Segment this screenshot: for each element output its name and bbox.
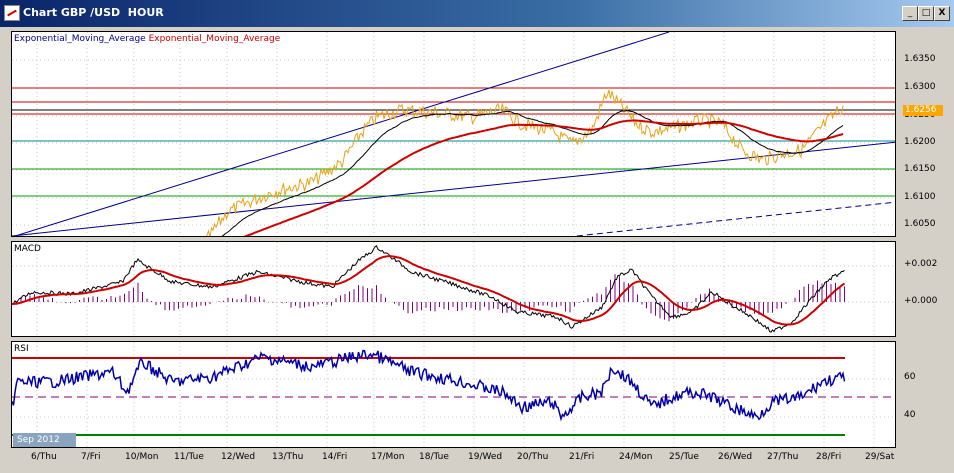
- x-axis-label: 11/Tue: [174, 452, 204, 462]
- price-y-label: 1.6300: [904, 82, 936, 92]
- minimize-button[interactable]: _: [902, 6, 918, 21]
- ema-fast-legend: Exponential_Moving_Average: [14, 34, 146, 44]
- window-title: Chart GBP /USD HOUR: [23, 6, 164, 19]
- macd-y-label: +0.000: [904, 296, 938, 306]
- month-badge: Sep 2012: [13, 433, 76, 447]
- x-axis-label: 6/Thu: [31, 452, 57, 462]
- x-axis-label: 26/Wed: [718, 452, 753, 462]
- rsi-panel[interactable]: RSI: [11, 341, 896, 448]
- window-title-bar[interactable]: Chart GBP /USD HOUR _ □ X: [0, 0, 954, 27]
- trend-line: [571, 201, 895, 236]
- price-gridlines: [12, 32, 895, 236]
- price-y-label: 1.6150: [904, 164, 936, 174]
- rsi-series: [12, 349, 846, 422]
- macd-panel[interactable]: MACD: [11, 241, 896, 337]
- maximize-button[interactable]: □: [918, 6, 934, 21]
- ema-fast-line: [221, 110, 844, 236]
- macd-y-label: +0.002: [904, 259, 938, 269]
- x-axis-label: 19/Wed: [468, 452, 503, 462]
- close-button[interactable]: X: [934, 6, 950, 21]
- price-legend: Exponential_Moving_Average Exponential_M…: [14, 34, 280, 44]
- price-chart-panel[interactable]: Exponential_Moving_Average Exponential_M…: [11, 31, 896, 237]
- rsi-gridlines: [12, 342, 895, 447]
- x-axis-label: 25/Tue: [669, 452, 699, 462]
- chart-icon: [4, 5, 20, 21]
- x-axis-label: 28/Fri: [816, 452, 842, 462]
- trend-lines: [12, 32, 895, 236]
- x-axis-label: 27/Thu: [767, 452, 799, 462]
- rsi-y-label: 40: [904, 410, 916, 420]
- x-axis-label: 18/Tue: [419, 452, 449, 462]
- rsi-y-label: 60: [904, 372, 916, 382]
- rsi-title: RSI: [14, 344, 29, 354]
- price-chart-svg: [12, 32, 895, 236]
- price-level-lines: [12, 87, 895, 197]
- x-axis-label: 21/Fri: [569, 452, 595, 462]
- price-series: [205, 89, 844, 236]
- x-axis-label: 24/Mon: [619, 452, 653, 462]
- price-y-label: 1.6050: [904, 219, 936, 229]
- x-axis-label: 7/Fri: [81, 452, 101, 462]
- ema-slow-line: [243, 119, 844, 236]
- macd-gridlines: [12, 242, 895, 336]
- trend-line: [13, 32, 670, 236]
- ema-slow-legend: Exponential_Moving_Average: [148, 34, 281, 44]
- x-axis-label: 20/Thu: [517, 452, 549, 462]
- x-axis-label: 12/Wed: [221, 452, 256, 462]
- x-axis-label: 13/Thu: [272, 452, 304, 462]
- x-axis-label: 10/Mon: [125, 452, 159, 462]
- price-y-label: 1.6100: [904, 192, 936, 202]
- price-y-label: 1.6200: [904, 137, 936, 147]
- price-line: [205, 89, 844, 236]
- rsi-line: [12, 349, 846, 422]
- x-axis-label: 29/Sat: [865, 452, 895, 462]
- price-y-label: 1.6350: [904, 54, 936, 64]
- macd-line: [12, 245, 845, 333]
- macd-title: MACD: [14, 244, 41, 254]
- rsi-chart-svg: [12, 342, 895, 447]
- macd-chart-svg: [12, 242, 895, 336]
- current-price-tag: 1.6256: [903, 105, 943, 116]
- macd-series: [12, 245, 846, 333]
- x-axis-label: 14/Fri: [322, 452, 348, 462]
- x-axis-label: 17/Mon: [371, 452, 405, 462]
